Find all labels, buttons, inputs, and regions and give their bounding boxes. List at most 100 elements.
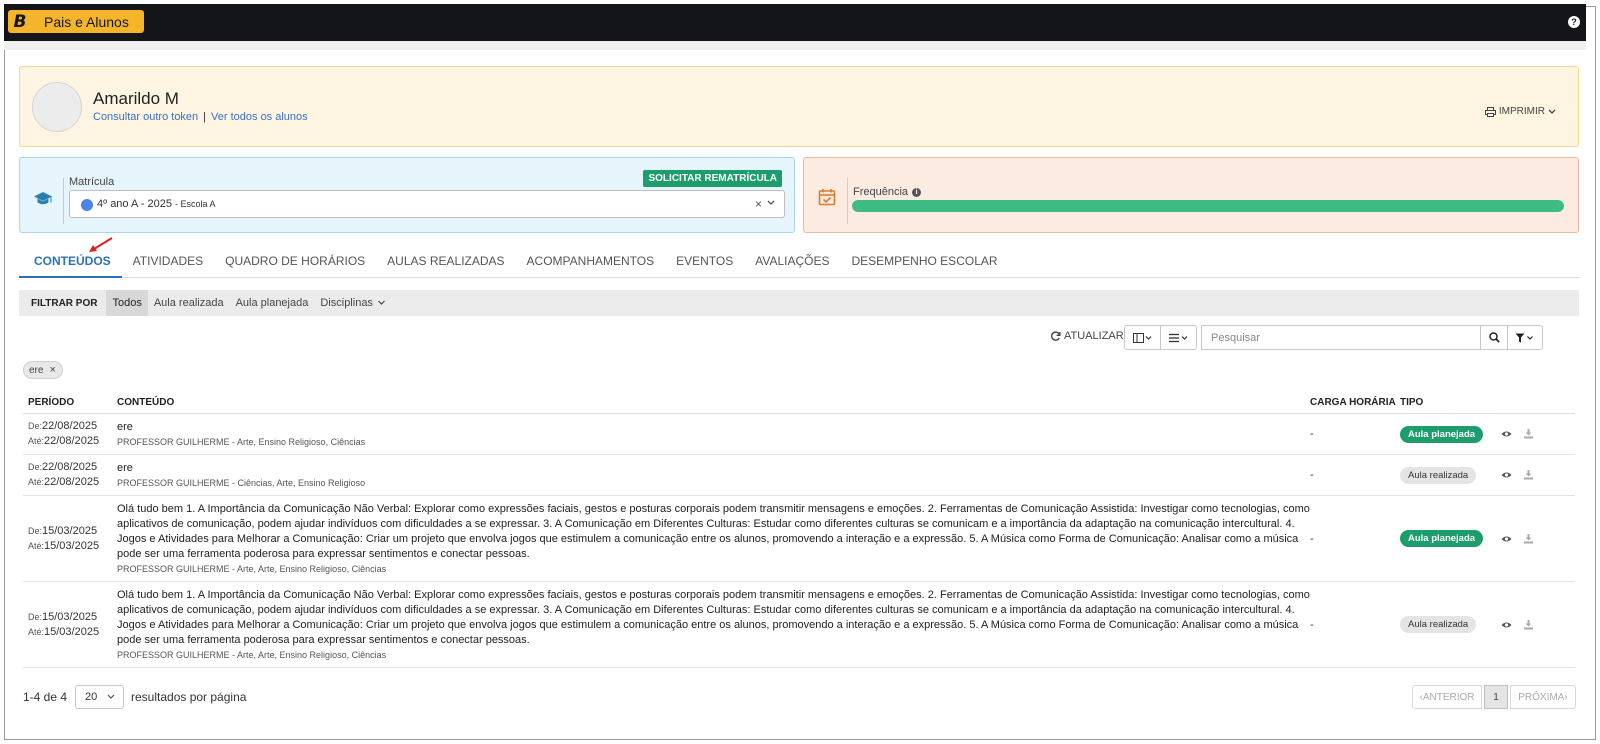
tab-avalia-es[interactable]: AVALIAÇÕES — [744, 245, 840, 277]
period-from: De:15/03/2025 — [28, 610, 117, 625]
matricula-divider — [63, 178, 64, 224]
header-periodo[interactable]: PERÍODO — [23, 397, 117, 408]
tab-conte-dos[interactable]: CONTEÚDOS — [19, 245, 122, 278]
from-label: De: — [28, 611, 43, 622]
advanced-filter-button[interactable] — [1507, 325, 1543, 350]
period-from: De:15/03/2025 — [28, 524, 117, 539]
header-spacer — [4, 41, 1586, 50]
tipo-cell: Aula planejada — [1400, 530, 1496, 547]
filter-option-label: Aula planejada — [235, 297, 309, 309]
tab-eventos[interactable]: EVENTOS — [665, 245, 744, 277]
columns-toggle-button[interactable] — [1124, 325, 1161, 350]
filter-option[interactable]: Aula planejada — [230, 290, 315, 316]
contents-table: PERÍODO CONTEÚDO CARGA HORÁRIA TIPO De:2… — [23, 392, 1575, 668]
actions-cell — [1496, 533, 1575, 544]
content-cell: ere PROFESSOR GUILHERME - Arte, Ensino Re… — [117, 420, 1310, 449]
graduation-cap-icon — [34, 192, 52, 205]
next-page-button[interactable]: PRÓXIMA › — [1510, 685, 1576, 709]
page-size-select[interactable]: 20 — [75, 685, 124, 709]
tipo-cell: Aula planejada — [1400, 425, 1496, 443]
from-date: 15/03/2025 — [42, 524, 98, 537]
clear-icon[interactable]: × — [755, 197, 762, 211]
eye-icon[interactable] — [1501, 429, 1512, 439]
to-date: 22/08/2025 — [44, 435, 100, 447]
filter-option[interactable]: Disciplinas — [314, 290, 393, 316]
frequency-label: Frequência i — [853, 186, 922, 198]
filter-icon — [1515, 333, 1533, 342]
tab-aulas-realizadas[interactable]: AULAS REALIZADAS — [376, 245, 515, 277]
tipo-cell: Aula realizada — [1400, 616, 1496, 633]
tab-acompanhamentos[interactable]: ACOMPANHAMENTOS — [516, 245, 666, 277]
page-1-button[interactable]: 1 — [1484, 685, 1508, 709]
content-text: Olá tudo bem 1. A Importância da Comunic… — [117, 588, 1310, 646]
header-carga-horaria[interactable]: CARGA HORÁRIA — [1310, 397, 1400, 408]
tab-quadro-de-hor-rios[interactable]: QUADRO DE HORÁRIOS — [214, 245, 376, 277]
filter-option[interactable]: Aula realizada — [148, 290, 230, 316]
filter-option[interactable]: Todos — [106, 290, 148, 316]
logo-icon: B — [13, 11, 27, 32]
filter-title: FILTRAR POR — [31, 297, 98, 309]
download-icon[interactable] — [1523, 619, 1534, 630]
columns-icon — [1132, 332, 1151, 343]
to-label: Até: — [28, 540, 45, 551]
header-conteudo[interactable]: CONTEÚDO — [117, 397, 1310, 408]
tab-desempenho-escolar[interactable]: DESEMPENHO ESCOLAR — [841, 245, 1009, 277]
chevron-down-icon[interactable] — [766, 196, 776, 210]
filter-option-label: Aula realizada — [153, 297, 224, 309]
from-label: De: — [28, 525, 43, 536]
update-button[interactable]: ATUALIZAR — [1050, 330, 1124, 342]
download-icon[interactable] — [1523, 533, 1534, 544]
app-title: Pais e Alunos — [44, 13, 129, 30]
status-badge: Aula planejada — [1400, 425, 1484, 443]
period-cell: De:15/03/2025 Até:15/03/2025 — [23, 610, 117, 640]
info-icon[interactable]: i — [912, 187, 922, 197]
list-density-button[interactable] — [1160, 325, 1197, 350]
print-button[interactable]: IMPRIMIR — [1484, 106, 1556, 117]
content-cell: Olá tudo bem 1. A Importância da Comunic… — [117, 502, 1310, 576]
eye-icon[interactable] — [1501, 470, 1512, 480]
table-row: De:22/08/2025 Até:22/08/2025 ere PROFESSOR … — [23, 455, 1575, 496]
from-date: 15/03/2025 — [42, 610, 98, 623]
period-to: Até:15/03/2025 — [28, 625, 117, 640]
filter-option-label: Todos — [112, 297, 142, 309]
tab-atividades[interactable]: ATIVIDADES — [122, 245, 214, 277]
from-date: 22/08/2025 — [42, 420, 98, 432]
download-icon[interactable] — [1523, 470, 1534, 480]
download-icon[interactable] — [1523, 429, 1534, 439]
from-label: De: — [28, 421, 43, 431]
content-text: ere — [117, 461, 133, 474]
per-page-label: resultados por página — [131, 690, 247, 704]
results-count: 1-4 de 4 — [23, 690, 68, 704]
chevron-down-icon — [107, 694, 115, 699]
eye-icon[interactable] — [1501, 620, 1512, 630]
chevron-down-icon — [378, 300, 385, 305]
previous-page-button[interactable]: ‹ ANTERIOR — [1412, 685, 1482, 709]
to-date: 15/03/2025 — [44, 625, 100, 638]
search-icon — [1488, 332, 1500, 343]
eye-icon[interactable] — [1501, 534, 1512, 544]
content-teacher: PROFESSOR GUILHERME - Arte, Arte, Ensino… — [117, 649, 387, 660]
link-separator: | — [203, 111, 207, 123]
period-to: Até:22/08/2025 — [28, 434, 117, 449]
printer-icon — [1484, 106, 1496, 117]
table-row: De:22/08/2025 Até:22/08/2025 ere PROFESSOR … — [23, 414, 1575, 455]
all-students-link[interactable]: Ver todos os alunos — [211, 111, 308, 123]
search-button[interactable] — [1480, 325, 1508, 350]
avatar — [32, 82, 82, 132]
search-input[interactable] — [1201, 325, 1481, 350]
frequency-bar — [852, 200, 1564, 212]
frequency-bar-fill — [852, 200, 1564, 212]
app-logo-button[interactable]: B Pais e Alunos — [8, 10, 144, 33]
period-to: Até:22/08/2025 — [28, 475, 117, 490]
list-icon — [1168, 333, 1187, 342]
request-rematricula-button[interactable]: SOLICITAR REMATRÍCULA — [643, 170, 782, 187]
chevron-down-icon — [1548, 109, 1556, 114]
consult-token-link[interactable]: Consultar outro token — [93, 111, 198, 123]
header-tipo[interactable]: TIPO — [1400, 397, 1496, 408]
search-chip-label: ere — [29, 364, 44, 376]
matricula-select[interactable]: 4º ano A - 2025 - Escola A × — [69, 190, 785, 218]
period-to: Até:15/03/2025 — [28, 539, 117, 554]
close-icon[interactable]: × — [49, 364, 55, 376]
question-icon[interactable]: ? — [1568, 16, 1580, 28]
student-links: Consultar outro token | Ver todos os alu… — [93, 111, 308, 123]
